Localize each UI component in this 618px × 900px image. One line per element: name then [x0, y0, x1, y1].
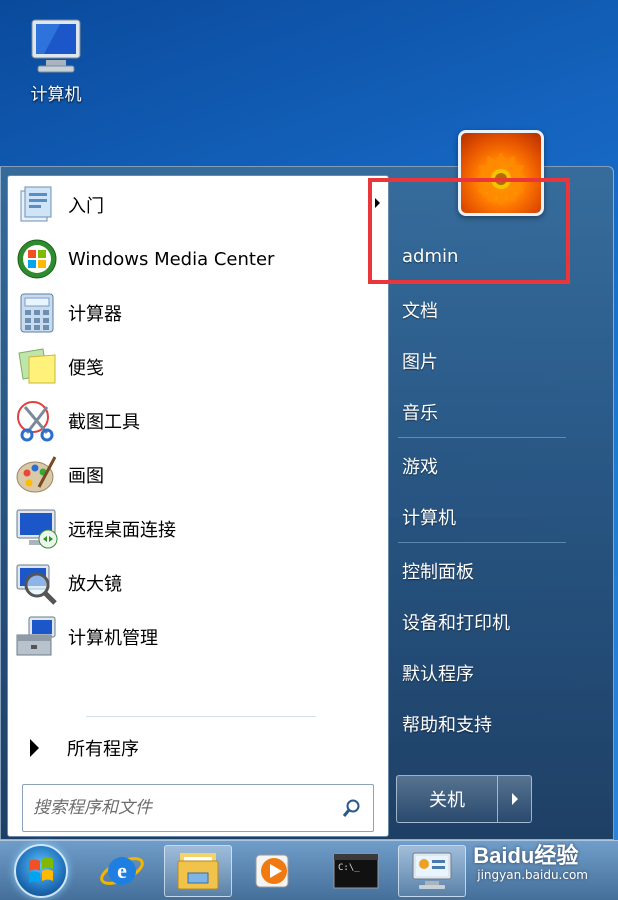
shutdown-options-button[interactable]: [498, 775, 532, 823]
right-item-devices-printers[interactable]: 设备和打印机: [402, 609, 510, 635]
search-box[interactable]: [22, 784, 374, 832]
all-programs-label: 所有程序: [67, 739, 139, 760]
right-item-default-programs[interactable]: 默认程序: [402, 660, 474, 686]
start-orb[interactable]: [14, 844, 68, 898]
right-item-computer[interactable]: 计算机: [402, 504, 456, 530]
taskbar-explorer[interactable]: [164, 845, 232, 897]
computer-label: 计算机: [30, 85, 82, 105]
taskbar-command-prompt[interactable]: C:\_: [322, 845, 390, 897]
chevron-right-icon: [511, 793, 518, 805]
sticky-notes-icon: [12, 342, 62, 392]
taskbar-internet-explorer[interactable]: e: [88, 845, 156, 897]
programs-separator: [86, 716, 316, 717]
computer-icon: [31, 19, 81, 73]
explorer-folder-icon: [177, 853, 219, 890]
program-label: Windows Media Center: [68, 248, 275, 270]
right-separator: [398, 542, 566, 543]
right-item-help-support[interactable]: 帮助和支持: [402, 711, 492, 737]
program-remote-desktop[interactable]: 远程桌面连接: [12, 504, 384, 554]
control-panel-icon: [412, 852, 452, 889]
program-label: 计算器: [68, 304, 122, 325]
program-label: 远程桌面连接: [68, 520, 176, 541]
program-sticky-notes[interactable]: 便笺: [12, 342, 384, 392]
baidu-jingyan-watermark: Baidu经验 jingyan.baidu.com: [473, 838, 588, 882]
program-windows-media-center[interactable]: Windows Media Center: [12, 234, 384, 284]
desktop-computer-shortcut[interactable]: 计算机: [14, 16, 98, 105]
program-computer-management[interactable]: 计算机管理: [12, 612, 384, 662]
snipping-tool-icon: [12, 396, 62, 446]
paint-icon: [12, 450, 62, 500]
search-input[interactable]: [33, 788, 337, 828]
expand-arrow-icon: [30, 739, 39, 757]
search-icon[interactable]: [337, 793, 367, 823]
program-label: 放大镜: [68, 574, 122, 595]
getting-started-icon: [12, 180, 62, 230]
magnifier-icon: [12, 558, 62, 608]
windows-logo-icon: [29, 857, 53, 883]
program-paint[interactable]: 画图: [12, 450, 384, 500]
svg-text:C:\_: C:\_: [338, 863, 360, 873]
program-magnifier[interactable]: 放大镜: [12, 558, 384, 608]
command-prompt-icon: C:\_: [333, 853, 379, 889]
program-label: 入门: [68, 196, 104, 217]
program-label: 计算机管理: [68, 628, 158, 649]
right-item-control-panel[interactable]: 控制面板: [402, 558, 474, 584]
program-label: 画图: [68, 466, 104, 487]
watermark-url: jingyan.baidu.com: [477, 868, 588, 882]
programs-pane: 入门 Windows Media Center 计算器 便笺 截图工具 画图 远…: [7, 175, 389, 837]
program-calculator[interactable]: 计算器: [12, 288, 384, 338]
right-item-documents[interactable]: 文档: [402, 297, 438, 323]
right-separator: [398, 437, 566, 438]
svg-text:e: e: [117, 858, 127, 883]
program-snipping-tool[interactable]: 截图工具: [12, 396, 384, 446]
taskbar-media-player[interactable]: [240, 845, 308, 897]
highlight-annotation: [368, 178, 570, 284]
program-label: 便笺: [68, 358, 104, 379]
program-getting-started[interactable]: 入门: [12, 180, 384, 230]
media-player-icon: [255, 854, 289, 888]
remote-desktop-icon: [12, 504, 62, 554]
right-item-games[interactable]: 游戏: [402, 453, 438, 479]
calculator-icon: [12, 288, 62, 338]
program-label: 截图工具: [68, 412, 140, 433]
watermark-brand: Baidu经验: [473, 843, 579, 868]
right-item-music[interactable]: 音乐: [402, 399, 438, 425]
computer-management-icon: [12, 612, 62, 662]
media-center-icon: [12, 234, 62, 284]
internet-explorer-icon: e: [100, 857, 144, 885]
taskbar-control-panel[interactable]: [398, 845, 466, 897]
right-item-pictures[interactable]: 图片: [402, 348, 438, 374]
shutdown-button[interactable]: 关机: [396, 775, 498, 823]
all-programs-button[interactable]: 所有程序: [22, 730, 382, 766]
